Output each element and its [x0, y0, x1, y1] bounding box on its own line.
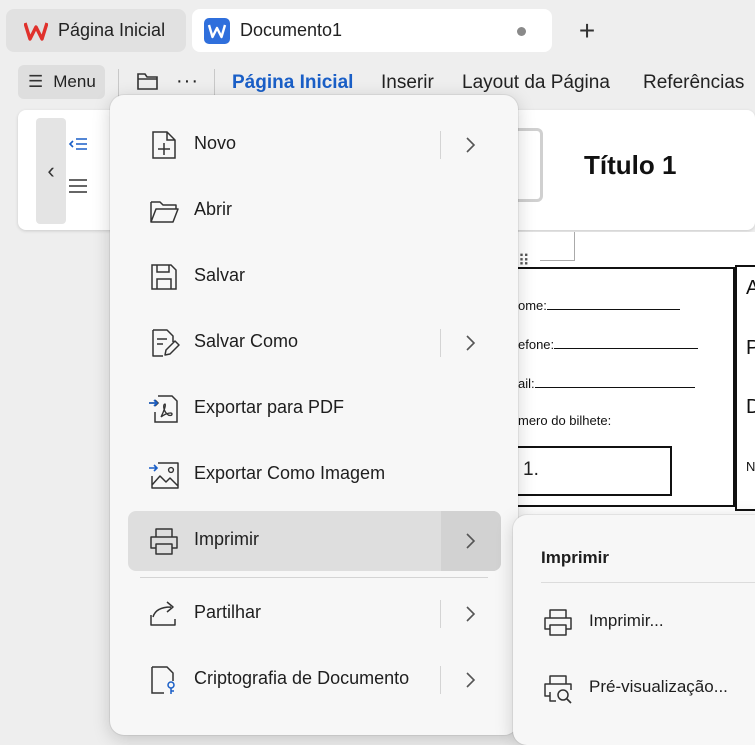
menu-item-label: Exportar para PDF: [194, 397, 345, 417]
form-letter: P: [746, 337, 755, 359]
menu-item-save[interactable]: Salvar: [128, 247, 501, 307]
menu-item-export-pdf[interactable]: Exportar para PDF: [128, 379, 501, 439]
menu-item-label: Salvar Como: [194, 331, 299, 351]
form-table-right: [735, 265, 755, 511]
menu-button-label: Menu: [53, 72, 96, 91]
menu-item-share[interactable]: Partilhar: [128, 584, 501, 644]
chevron-right-icon: [460, 666, 480, 694]
submenu-item-print[interactable]: Imprimir...: [530, 594, 755, 650]
form-field-email: ail:: [518, 375, 695, 391]
menu-button[interactable]: ☰ Menu: [18, 65, 105, 99]
printer-icon: [148, 525, 180, 557]
menu-item-open[interactable]: Abrir: [128, 181, 501, 241]
new-file-icon: [148, 129, 180, 161]
form-field-phone: efone:: [518, 336, 699, 352]
open-folder-icon: [148, 195, 180, 227]
open-folder-icon[interactable]: [136, 70, 160, 92]
menu-item-export-image[interactable]: Exportar Como Imagem: [128, 445, 501, 505]
chevron-right-icon: [460, 527, 480, 555]
toolbar-scroll-left-button[interactable]: ‹: [36, 118, 66, 224]
submenu-divider: [541, 582, 755, 583]
menu-item-label: Exportar Como Imagem: [194, 463, 386, 483]
chevron-right-icon: [460, 600, 480, 628]
toolbar-divider: [214, 69, 215, 97]
menu-item-label: Criptografia de Documento: [194, 668, 410, 688]
submenu-item-label: Pré-visualização...: [589, 677, 728, 696]
printer-icon: [542, 606, 574, 638]
save-as-icon: [148, 327, 180, 359]
style-heading-1[interactable]: Título 1: [584, 150, 676, 181]
submenu-title: Imprimir: [541, 548, 610, 567]
save-icon: [148, 261, 180, 293]
menu-item-print[interactable]: Imprimir: [128, 511, 501, 571]
menu-item-label: Partilhar: [194, 602, 262, 622]
tab-document-label: Documento1: [240, 20, 343, 40]
drag-handle-icon[interactable]: ⠿: [518, 254, 538, 270]
form-letter: N: [746, 459, 755, 474]
form-letter: A: [746, 277, 755, 299]
form-field-name: ome:: [518, 297, 680, 313]
chevron-right-icon: [460, 329, 480, 357]
ribbon-tab-references[interactable]: Referências: [643, 72, 744, 94]
page-margin-marker: [540, 232, 575, 261]
menu-item-label: Imprimir: [194, 529, 259, 549]
more-icon[interactable]: ···: [176, 70, 199, 93]
menu-item-label: Salvar: [194, 265, 246, 285]
menu-item-label: Abrir: [194, 199, 233, 219]
menu-item-label: Novo: [194, 133, 237, 153]
ribbon-tab-page-layout[interactable]: Layout da Página: [462, 72, 610, 94]
decrease-indent-icon[interactable]: [68, 134, 88, 154]
answer-box: 1.: [505, 446, 672, 496]
export-pdf-icon: [148, 393, 180, 425]
encrypt-document-icon: [148, 664, 180, 696]
hamburger-icon: ☰: [28, 72, 44, 91]
form-field-ticket: mero do bilhete:: [518, 413, 612, 428]
ribbon-tab-home[interactable]: Página Inicial: [232, 72, 353, 94]
share-icon: [148, 598, 180, 630]
tab-home[interactable]: Página Inicial: [6, 9, 186, 52]
toolbar-divider: [118, 69, 119, 97]
menu-item-save-as[interactable]: Salvar Como: [128, 313, 501, 373]
unsaved-indicator-icon: [517, 27, 526, 36]
submenu-item-label: Imprimir...: [589, 611, 664, 630]
chevron-right-icon: [460, 131, 480, 159]
menu-item-encrypt-document[interactable]: Criptografia de Documento: [128, 650, 501, 710]
add-tab-button[interactable]: +: [570, 14, 604, 48]
writer-doc-icon: [204, 17, 230, 44]
export-image-icon: [148, 459, 180, 491]
align-left-icon[interactable]: [68, 176, 88, 196]
ribbon-tab-insert[interactable]: Inserir: [381, 72, 434, 94]
form-letter: D: [746, 396, 755, 418]
submenu-item-print-preview[interactable]: Pré-visualização...: [530, 660, 755, 716]
menu-divider: [140, 577, 488, 578]
print-preview-icon: [542, 672, 574, 704]
menu-item-new[interactable]: Novo: [128, 115, 501, 175]
tab-home-label: Página Inicial: [58, 20, 166, 40]
wps-logo-icon: [24, 20, 48, 42]
tab-document[interactable]: Documento1: [192, 9, 552, 52]
